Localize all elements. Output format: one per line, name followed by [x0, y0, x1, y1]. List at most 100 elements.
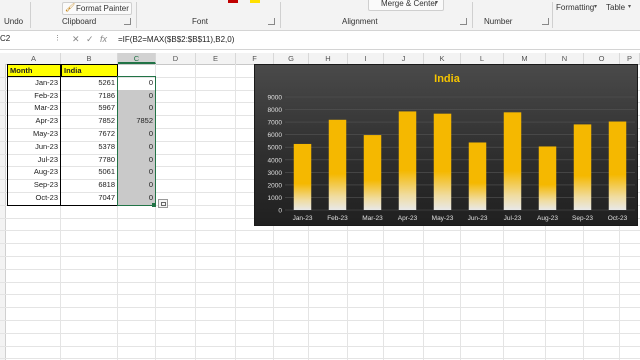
bar-jan-23: [293, 143, 312, 210]
column-header-j[interactable]: J: [384, 53, 424, 64]
cell-india[interactable]: 7672: [61, 128, 118, 141]
cell-month[interactable]: Jun-23: [7, 140, 61, 154]
bar-jul-23: [503, 112, 522, 210]
cell-month[interactable]: Aug-23: [7, 166, 61, 180]
column-header-a[interactable]: A: [7, 53, 61, 64]
fill-handle[interactable]: [152, 202, 156, 207]
x-tick-label: Feb-23: [327, 215, 348, 222]
column-header-d[interactable]: D: [156, 53, 196, 64]
x-tick-label: Mar-23: [362, 215, 383, 222]
undo-group-label: Undo: [4, 17, 24, 26]
grid-line: [0, 230, 640, 232]
ribbon-separator: [280, 2, 281, 28]
format-as-table-button[interactable]: Table: [606, 3, 625, 12]
name-box[interactable]: C2: [0, 34, 52, 46]
chevron-down-icon: ▾: [594, 4, 598, 10]
y-tick-label: 2000: [268, 182, 283, 189]
y-tick-label: 4000: [268, 157, 283, 164]
column-header-g[interactable]: G: [274, 53, 309, 64]
cell-header-india[interactable]: India: [61, 64, 118, 77]
grid-line: [0, 281, 640, 283]
clipboard-launcher-icon[interactable]: [124, 18, 131, 25]
cell-header-month[interactable]: Month: [7, 64, 61, 77]
ribbon-separator: [30, 2, 31, 28]
column-header-n[interactable]: N: [546, 53, 584, 64]
cell-india[interactable]: 5967: [61, 102, 118, 116]
x-tick-label: Oct-23: [608, 215, 628, 222]
conditional-formatting-button[interactable]: Formatting: [556, 3, 594, 12]
y-tick-label: 8000: [268, 107, 283, 114]
ribbon-separator: [472, 2, 473, 28]
x-tick-label: Aug-23: [537, 215, 558, 222]
cell-month[interactable]: Jul-23: [7, 153, 61, 167]
number-launcher-icon[interactable]: [542, 18, 549, 25]
format-painter-label: Format Painter: [76, 4, 129, 13]
x-tick-label: Jan-23: [293, 215, 313, 222]
selection-range: [117, 75, 156, 206]
grid-line: [0, 358, 640, 360]
grid-line: [235, 64, 236, 360]
cell-month[interactable]: May-23: [7, 128, 61, 141]
bar-mar-23: [363, 135, 382, 210]
cell-india[interactable]: 5378: [61, 140, 118, 154]
paintbrush-icon: 🖌: [65, 3, 76, 12]
font-group-label: Font: [192, 17, 209, 26]
enter-check-icon[interactable]: ✓: [86, 34, 94, 45]
row-headers[interactable]: [0, 64, 6, 360]
bar-may-23: [433, 113, 452, 210]
font-color-icon[interactable]: [228, 0, 238, 3]
x-tick-label: Jul-23: [504, 215, 522, 222]
bar-aug-23: [538, 146, 557, 210]
cell-india[interactable]: 5261: [61, 76, 118, 90]
merge-center-button[interactable]: Merge & Center ▾: [368, 0, 444, 11]
bar-sep-23: [573, 124, 592, 210]
grid-line: [0, 307, 640, 309]
grid-line: [0, 256, 640, 257]
column-header-c[interactable]: C: [118, 53, 156, 64]
cell-india[interactable]: 7186: [61, 89, 118, 103]
y-tick-label: 7000: [268, 120, 283, 127]
cell-india[interactable]: 7780: [61, 153, 118, 167]
column-header-i[interactable]: I: [348, 53, 384, 64]
x-tick-label: May-23: [432, 215, 454, 222]
cell-month[interactable]: Apr-23: [7, 115, 61, 128]
cell-india[interactable]: 7047: [61, 192, 118, 205]
column-header-b[interactable]: B: [61, 53, 118, 64]
cell-month[interactable]: Feb-23: [7, 89, 61, 103]
paste-options-icon[interactable]: [158, 199, 168, 208]
column-header-e[interactable]: E: [196, 53, 236, 64]
font-launcher-icon[interactable]: [268, 18, 275, 25]
cell-month[interactable]: Jan-23: [7, 76, 61, 90]
grid-line: [0, 294, 640, 296]
cancel-icon[interactable]: ✕: [72, 34, 80, 45]
x-tick-label: Apr-23: [398, 215, 418, 222]
india-column-chart[interactable]: India 0 1000 2000 3000 4000 5000 6000 7000 8000 90…: [254, 64, 638, 226]
formula-input[interactable]: =IF(B2=MAX($B$2:$B$11),B2,0): [118, 35, 234, 44]
cell-india[interactable]: 6818: [61, 179, 118, 192]
column-header-p[interactable]: P: [620, 53, 640, 64]
format-painter-button[interactable]: 🖌 Format Painter: [62, 2, 132, 15]
column-header-o[interactable]: O: [584, 53, 620, 64]
column-header-l[interactable]: L: [461, 53, 504, 64]
cell-month[interactable]: Oct-23: [7, 192, 61, 205]
bar-oct-23: [608, 121, 627, 210]
cell-month[interactable]: Mar-23: [7, 102, 61, 116]
chart-canvas: India 0 1000 2000 3000 4000 5000 6000 7000 8000 90…: [268, 73, 635, 222]
table-border: [7, 204, 118, 206]
alignment-launcher-icon[interactable]: [460, 18, 467, 25]
ribbon-separator: [136, 2, 137, 28]
y-tick-label: 1000: [268, 195, 283, 202]
column-header-f[interactable]: F: [236, 53, 274, 64]
name-box-dropdown-icon[interactable]: ⋮: [54, 34, 61, 42]
cell-month[interactable]: Sep-23: [7, 179, 61, 192]
column-header-h[interactable]: H: [309, 53, 348, 64]
bar-apr-23: [398, 111, 417, 210]
cell-india[interactable]: 7852: [61, 115, 118, 128]
column-header-k[interactable]: K: [424, 53, 461, 64]
column-header-m[interactable]: M: [504, 53, 546, 64]
cell-india[interactable]: 5061: [61, 166, 118, 180]
bar-jun-23: [468, 142, 487, 210]
insert-function-icon[interactable]: fx: [100, 34, 107, 44]
chevron-down-icon: ▾: [628, 4, 632, 10]
highlight-icon[interactable]: [250, 0, 260, 3]
